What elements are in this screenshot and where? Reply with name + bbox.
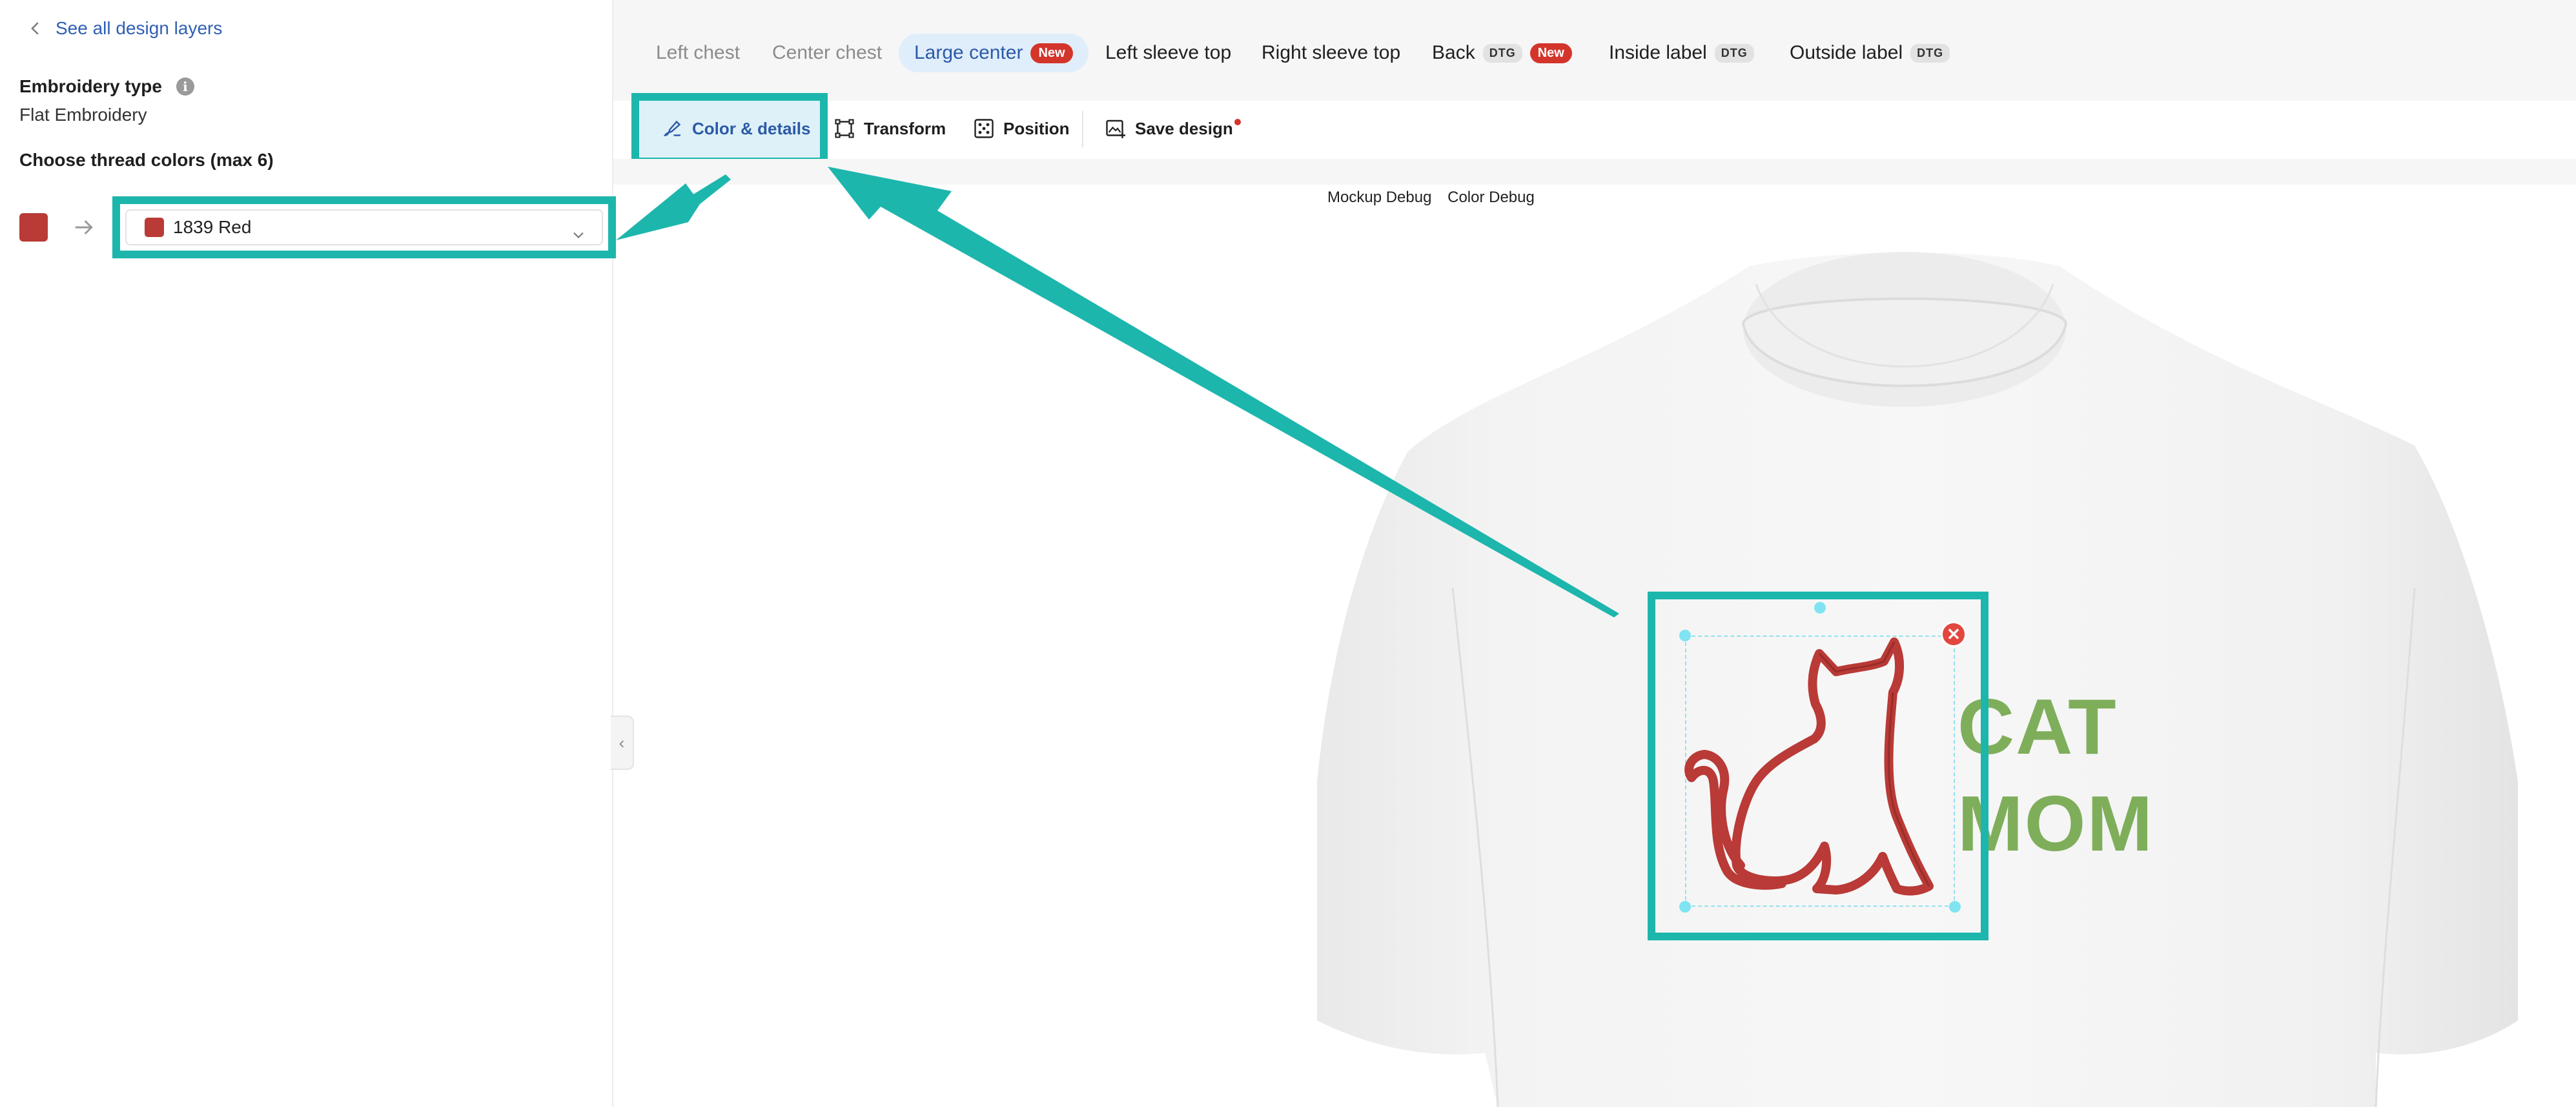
thread-select-field[interactable]: 1839 Red [125, 209, 603, 245]
thread-color-swatch[interactable] [19, 213, 48, 242]
rotate-handle[interactable] [1814, 602, 1826, 614]
tab-label: Center chest [772, 42, 883, 63]
collapse-panel-button[interactable]: ‹ [611, 716, 634, 770]
new-badge: New [1030, 43, 1073, 63]
embroidery-type-heading: Embroidery type i [19, 76, 194, 97]
save-design-button[interactable]: Save design [1104, 110, 1241, 147]
see-all-layers-link[interactable]: See all design layers [26, 18, 222, 39]
chevron-down-icon [573, 232, 584, 238]
unsaved-dot [1234, 118, 1241, 125]
tab-back[interactable]: Back DTG New [1432, 34, 1572, 72]
selected-thread-label: 1839 Red [173, 217, 252, 237]
cat-silhouette-embroidery[interactable] [1679, 633, 1963, 911]
thread-colors-heading: Choose thread colors (max 6) [19, 150, 274, 170]
thread-color-row: 1839 Red [19, 196, 616, 258]
save-design-label-wrap: Save design [1135, 118, 1241, 139]
close-icon: ✕ [1947, 624, 1961, 644]
transform-icon [835, 119, 854, 138]
color-debug-link[interactable]: Color Debug [1447, 189, 1535, 206]
dtg-badge: DTG [1482, 43, 1522, 63]
tab-label: Left chest [656, 42, 741, 63]
tab-label: Left sleeve top [1105, 42, 1232, 63]
tab-center-chest[interactable]: Center chest [772, 34, 882, 72]
toolbar-divider [1082, 111, 1083, 147]
info-icon[interactable]: i [176, 78, 194, 96]
new-badge: New [1529, 43, 1572, 63]
tab-label: Inside label [1609, 42, 1707, 63]
position-button[interactable]: Position [972, 110, 1070, 147]
tab-right-sleeve-top[interactable]: Right sleeve top [1262, 34, 1400, 72]
delete-layer-button[interactable]: ✕ [1941, 621, 1967, 647]
color-details-button[interactable]: Color & details [661, 110, 810, 147]
tab-large-center[interactable]: Large center New [899, 34, 1089, 72]
color-details-label: Color & details [692, 118, 811, 138]
left-panel: See all design layers Embroidery type i … [0, 0, 616, 1107]
save-image-icon [1106, 119, 1125, 138]
thread-color-select[interactable]: 1839 Red [112, 196, 616, 258]
embroidery-type-label: Embroidery type [19, 76, 162, 96]
tab-label: Right sleeve top [1262, 42, 1401, 63]
save-design-label: Save design [1135, 118, 1233, 138]
tab-label: Large center [914, 42, 1023, 63]
chevron-left-icon [31, 22, 39, 35]
tab-outside-label[interactable]: Outside label DTG [1790, 34, 1950, 72]
debug-links: Mockup Debug Color Debug [1327, 189, 1546, 207]
arrow-right-icon [75, 220, 93, 235]
dtg-badge: DTG [1714, 43, 1754, 63]
toolbar-strip [613, 159, 2576, 185]
transform-button[interactable]: Transform [833, 110, 946, 147]
selected-thread-swatch [145, 218, 164, 237]
tab-inside-label[interactable]: Inside label DTG [1609, 34, 1754, 72]
brush-icon [663, 120, 681, 136]
position-label: Position [1003, 118, 1070, 138]
tab-label: Back [1432, 42, 1475, 63]
tab-left-sleeve-top[interactable]: Left sleeve top [1105, 34, 1231, 72]
tab-label: Outside label [1790, 42, 1903, 63]
chevron-left-small-icon: ‹ [618, 732, 625, 752]
tab-left-chest[interactable]: Left chest [656, 34, 740, 72]
embroidery-type-value: Flat Embroidery [19, 105, 147, 125]
transform-label: Transform [864, 118, 946, 138]
back-link-label: See all design layers [56, 18, 223, 38]
mockup-debug-link[interactable]: Mockup Debug [1327, 189, 1431, 206]
dtg-badge: DTG [1910, 43, 1950, 63]
position-icon [974, 119, 994, 138]
